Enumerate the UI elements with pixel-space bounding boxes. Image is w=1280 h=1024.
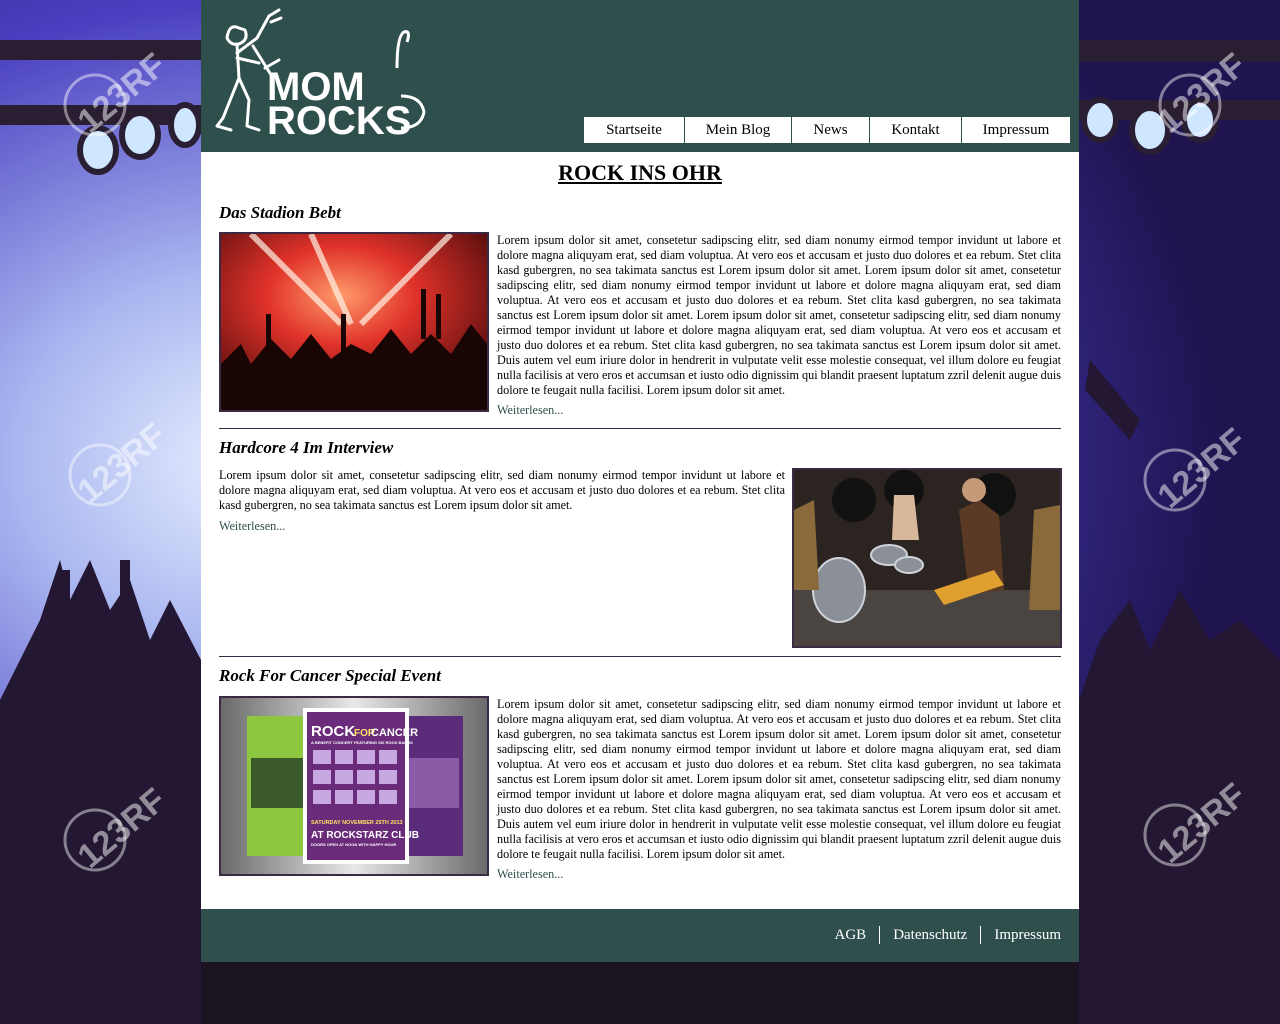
article-title: Rock For Cancer Special Event [219, 666, 441, 685]
article-title: Das Stadion Bebt [219, 203, 341, 222]
article-divider [219, 656, 1061, 657]
article-title: Hardcore 4 Im Interview [219, 438, 394, 457]
footer-link-agb[interactable]: AGB [822, 926, 880, 944]
article-image-poster[interactable]: ROCK FOR CANCER A BENEFIT CONCERT FEATUR… [219, 696, 489, 876]
poster-title-rock: ROCK [311, 723, 355, 740]
nav-mein-blog[interactable]: Mein Blog [684, 117, 791, 143]
nav-impressum[interactable]: Impressum [961, 117, 1070, 143]
logo-text-bottom: ROCKS [267, 99, 411, 143]
article-text: Lorem ipsum dolor sit amet, consetetur s… [497, 233, 1061, 397]
article-text: Lorem ipsum dolor sit amet, consetetur s… [497, 697, 1061, 861]
poster-date: SATURDAY NOVEMBER 25TH 2013 [311, 820, 403, 826]
article-text: Lorem ipsum dolor sit amet, consetetur s… [219, 468, 785, 512]
main-content: ROCK INS OHR Das Stadion Bebt Lorem ipsu… [201, 152, 1079, 909]
site-header: MOM ROCKS Startseite Mein Blog News Kont… [201, 0, 1079, 152]
site-footer: AGB Datenschutz Impressum [201, 909, 1079, 962]
poster-title-cancer: CANCER [371, 727, 418, 739]
read-more-link[interactable]: Weiterlesen... [497, 403, 563, 418]
article-image-band[interactable] [792, 468, 1062, 648]
footer-link-datenschutz[interactable]: Datenschutz [879, 926, 980, 944]
page-title: ROCK INS OHR [558, 160, 722, 185]
nav-startseite[interactable]: Startseite [584, 117, 684, 143]
site-logo[interactable]: MOM ROCKS [209, 8, 435, 144]
nav-news[interactable]: News [791, 117, 869, 143]
main-nav: Startseite Mein Blog News Kontakt Impres… [584, 117, 1070, 143]
page-container: MOM ROCKS Startseite Mein Blog News Kont… [201, 0, 1079, 962]
read-more-link[interactable]: Weiterlesen... [497, 867, 563, 882]
nav-kontakt[interactable]: Kontakt [869, 117, 961, 143]
article-image-stadium[interactable] [219, 232, 489, 412]
poster-venue: AT ROCKSTARZ CLUB [311, 830, 419, 841]
article-divider [219, 428, 1061, 429]
footer-nav: AGB Datenschutz Impressum [822, 926, 1061, 944]
poster-subtitle: A BENEFIT CONCERT FEATURING SIX ROCK BAN… [311, 740, 413, 745]
footer-link-impressum[interactable]: Impressum [980, 926, 1061, 944]
poster-doors: DOORS OPEN AT NOON WITH HAPPY HOUR [311, 842, 396, 847]
read-more-link[interactable]: Weiterlesen... [219, 519, 285, 534]
